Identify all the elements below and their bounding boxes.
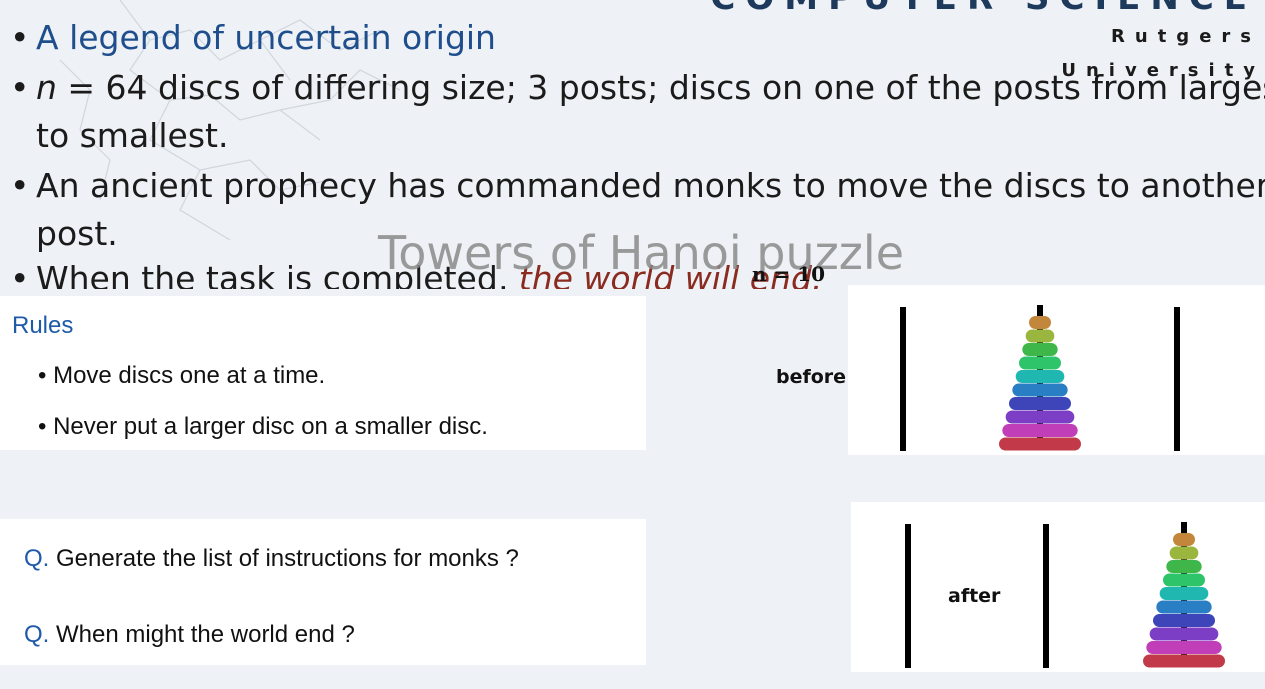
before-towers — [900, 305, 1180, 451]
rutgers-wordmark: Rutgers — [1111, 26, 1261, 47]
bullet-discs: • n = 64 discs of differing size; 3 posts… — [10, 64, 1265, 112]
disc — [1005, 410, 1075, 424]
disc — [1012, 383, 1068, 397]
after-figure: after — [851, 502, 1265, 672]
disc — [1015, 370, 1065, 383]
question-prefix: Q. — [24, 621, 50, 648]
bullet-dot: • — [10, 259, 30, 289]
disc — [1149, 627, 1219, 641]
question-prefix: Q. — [24, 545, 50, 572]
disc — [1029, 316, 1051, 329]
bullet-dot: • — [10, 18, 30, 57]
post-left — [900, 307, 906, 451]
post-middle — [1043, 524, 1049, 668]
disc — [1022, 343, 1058, 356]
bullet-legend: • A legend of uncertain origin — [10, 14, 496, 62]
question-item: Q. When might the world end ? — [24, 621, 355, 649]
after-towers — [905, 522, 1225, 668]
rules-panel: Rules • Move discs one at a time. • Neve… — [0, 296, 646, 450]
after-label: after — [948, 585, 1001, 607]
rule-text: Move discs one at a time. — [53, 362, 326, 389]
disc — [1159, 587, 1209, 600]
disc — [1025, 329, 1055, 343]
bullet-prophecy: • An ancient prophecy has commanded monks… — [10, 162, 1265, 210]
bullet-text: = 64 discs of differing size; 3 posts; d… — [56, 68, 1265, 107]
disc — [1143, 654, 1225, 668]
questions-panel: Q. Generate the list of instructions for… — [0, 519, 646, 665]
bullet-dot: • — [10, 166, 30, 205]
bullet-text: A legend of uncertain origin — [36, 18, 496, 57]
bullet-text: An ancient prophecy has commanded monks … — [36, 166, 1265, 205]
post-right — [1174, 307, 1180, 451]
disc — [1153, 614, 1215, 627]
disc — [999, 437, 1081, 451]
before-figure — [848, 285, 1265, 455]
bullet-prophecy-continued: post. — [36, 214, 118, 253]
disc — [1146, 641, 1222, 654]
question-item: Q. Generate the list of instructions for… — [24, 545, 519, 573]
disc — [1002, 424, 1078, 437]
disc — [1173, 533, 1195, 546]
disc — [1156, 600, 1212, 614]
bullet-dot: • — [10, 68, 30, 107]
rule-item: • Never put a larger disc on a smaller d… — [38, 413, 488, 440]
disc — [1163, 573, 1205, 587]
rules-title: Rules — [12, 312, 74, 339]
question-text: Generate the list of instructions for mo… — [49, 545, 519, 572]
n-label: n = 10 — [752, 262, 826, 286]
question-text: When might the world end ? — [49, 621, 355, 648]
bullet-discs-continued: to smallest. — [36, 116, 229, 155]
before-label: before — [776, 366, 847, 388]
slide-title: Towers of Hanoi puzzle — [378, 226, 905, 280]
post-left — [905, 524, 911, 668]
variable-n: n — [36, 68, 57, 107]
rule-text: Never put a larger disc on a smaller dis… — [53, 413, 488, 440]
rule-item: • Move discs one at a time. — [38, 362, 326, 389]
disc — [1019, 356, 1061, 370]
disc — [1009, 397, 1071, 410]
department-wordmark: COMPUTER SCIENCE — [710, 0, 1257, 18]
disc — [1169, 546, 1199, 560]
disc — [1166, 560, 1202, 573]
